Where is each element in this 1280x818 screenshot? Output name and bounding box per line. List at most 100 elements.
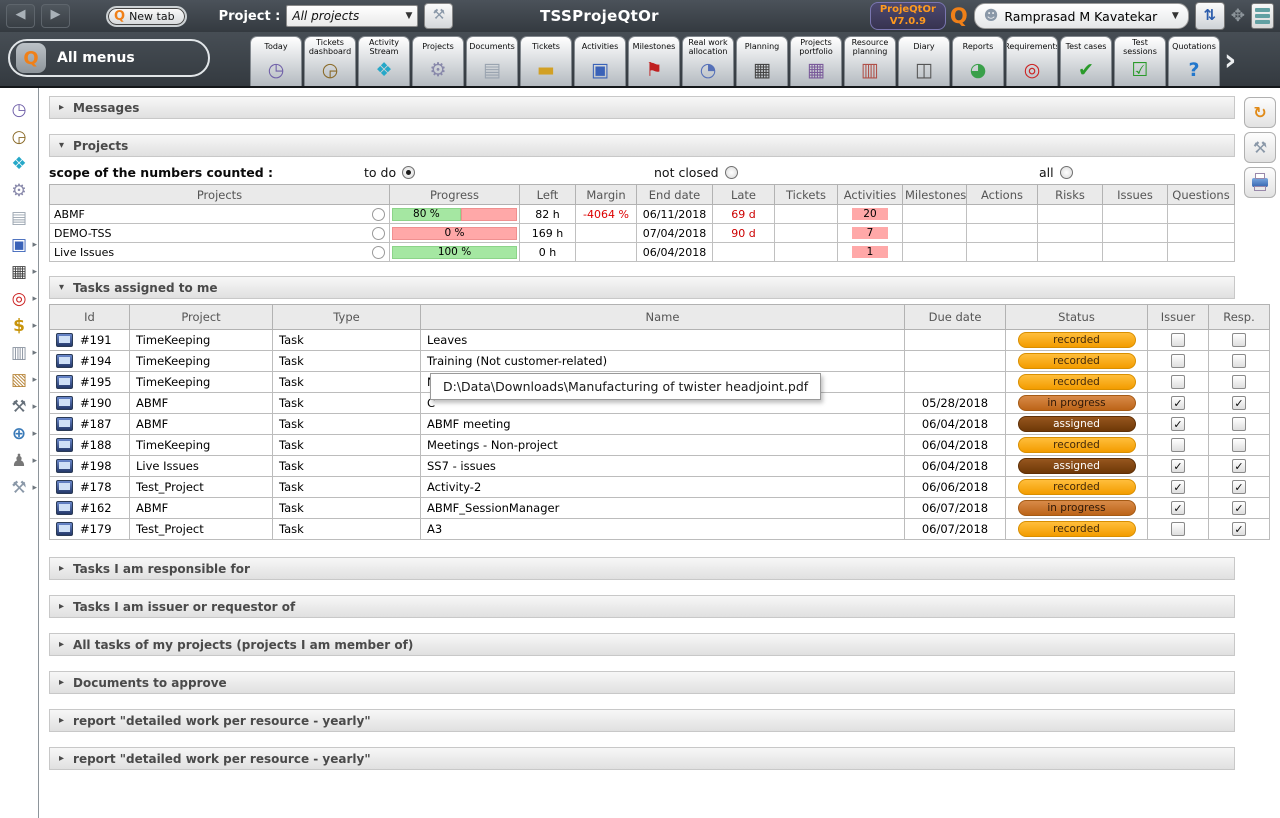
task-id[interactable]: #179 [80,522,112,536]
issuer-checkbox[interactable]: ✓ [1171,501,1185,515]
issuer-checkbox[interactable]: ✓ [1171,459,1185,473]
sidebar-item-financial[interactable]: $▸ [0,312,38,339]
wrench-button[interactable]: ⚒ [1244,132,1276,163]
section-tasks-i-am-issuer-or-requestor-of[interactable]: ▸Tasks I am issuer or requestor of [49,595,1235,618]
tab-planning[interactable]: Planning▦ [736,36,788,86]
sidebar-item-maintenance[interactable]: ⚒▸ [0,474,38,501]
computer-icon[interactable] [56,480,73,494]
section-tasks-assigned[interactable]: ▾ Tasks assigned to me [49,276,1235,299]
project-select[interactable]: All projects ▼ [286,5,418,27]
new-tab-button[interactable]: Q New tab [106,6,187,27]
column-header-progress[interactable]: Progress [390,185,520,205]
sidebar-item-tickets-dashboard[interactable]: ◶ [0,123,38,150]
issuer-checkbox[interactable] [1171,375,1185,389]
tab-real-work-allocation[interactable]: Real work allocation◔ [682,36,734,86]
task-id[interactable]: #178 [80,480,112,494]
issuer-checkbox[interactable]: ✓ [1171,396,1185,410]
column-header-status[interactable]: Status [1006,305,1148,330]
refresh-button[interactable]: ↻ [1244,97,1276,128]
tab-documents[interactable]: Documents▤ [466,36,518,86]
issuer-checkbox[interactable] [1171,522,1185,536]
section-all-tasks-of-my-projects-projects-i-am-member-of[interactable]: ▸All tasks of my projects (projects I am… [49,633,1235,656]
tab-activities[interactable]: Activities▣ [574,36,626,86]
issuer-checkbox[interactable] [1171,438,1185,452]
computer-icon[interactable] [56,501,73,515]
back-button[interactable]: ◀ [6,4,35,28]
resp-checkbox[interactable]: ✓ [1232,522,1246,536]
task-id[interactable]: #187 [80,417,112,431]
sidebar-item-requirements[interactable]: ◎▸ [0,285,38,312]
project-edit-button[interactable]: ⚒ [424,3,453,29]
sidebar-item-planning[interactable]: ▦▸ [0,258,38,285]
column-header-activities[interactable]: Activities [838,185,903,205]
tab-tickets-dashboard[interactable]: Tickets dashboard◶ [304,36,356,86]
task-id[interactable]: #198 [80,459,112,473]
task-id[interactable]: #191 [80,333,112,347]
scope-option-to-do[interactable]: to do [364,165,415,180]
sidebar-item-today[interactable]: ◷ [0,96,38,123]
task-id[interactable]: #188 [80,438,112,452]
column-header-issues[interactable]: Issues [1103,185,1168,205]
project-radio[interactable] [372,246,385,259]
tab-quotations[interactable]: Quotations? [1168,36,1220,86]
tab-today[interactable]: Today◷ [250,36,302,86]
resp-checkbox[interactable] [1232,375,1246,389]
tab-reports[interactable]: Reports◕ [952,36,1004,86]
issuer-checkbox[interactable]: ✓ [1171,480,1185,494]
sidebar-item-news[interactable]: ▥▸ [0,339,38,366]
section-projects[interactable]: ▾ Projects [49,134,1235,157]
computer-icon[interactable] [56,375,73,389]
column-header-milestones[interactable]: Milestones [903,185,967,205]
scope-option-not-closed[interactable]: not closed [654,165,738,180]
issuer-checkbox[interactable]: ✓ [1171,417,1185,431]
resp-checkbox[interactable]: ✓ [1232,501,1246,515]
column-header-projects[interactable]: Projects [50,185,390,205]
column-header-type[interactable]: Type [273,305,421,330]
column-header-late[interactable]: Late [713,185,775,205]
issuer-checkbox[interactable] [1171,333,1185,347]
sidebar-item-automation[interactable]: ♟▸ [0,447,38,474]
tab-requirements[interactable]: Requirements◎ [1006,36,1058,86]
column-header-id[interactable]: Id [50,305,130,330]
computer-icon[interactable] [56,459,73,473]
radio-all[interactable] [1060,166,1073,179]
scope-option-all[interactable]: all [1039,165,1073,180]
sidebar-item-product[interactable]: ▧▸ [0,366,38,393]
resp-checkbox[interactable]: ✓ [1232,396,1246,410]
computer-icon[interactable] [56,333,73,347]
column-header-risks[interactable]: Risks [1038,185,1103,205]
more-tabs-chevron-icon[interactable]: › [1224,43,1236,78]
column-header-issuer[interactable]: Issuer [1148,305,1209,330]
sidebar-item-projects[interactable]: ⚙ [0,177,38,204]
column-header-name[interactable]: Name [421,305,905,330]
user-menu[interactable]: ☻ Ramprasad M Kavatekar ▼ [974,3,1189,29]
column-header-tickets[interactable]: Tickets [775,185,838,205]
column-header-project[interactable]: Project [130,305,273,330]
section-report-detailed-work-per-resource-yearly[interactable]: ▸report "detailed work per resource - ye… [49,747,1235,770]
issuer-checkbox[interactable] [1171,354,1185,368]
task-id[interactable]: #195 [80,375,112,389]
fullscreen-expand-icon[interactable]: ✥ [1231,6,1245,26]
tab-test-sessions[interactable]: Test sessions☑ [1114,36,1166,86]
column-header-left[interactable]: Left [520,185,576,205]
forward-button[interactable]: ▶ [41,4,70,28]
resp-checkbox[interactable]: ✓ [1232,459,1246,473]
tab-projects[interactable]: Projects⚙ [412,36,464,86]
task-id[interactable]: #190 [80,396,112,410]
resp-checkbox[interactable] [1232,438,1246,452]
row-height-button[interactable]: ⇅ [1195,2,1225,30]
project-radio[interactable] [372,227,385,240]
resp-checkbox[interactable] [1232,354,1246,368]
section-messages[interactable]: ▸ Messages [49,96,1235,119]
tab-test-cases[interactable]: Test cases✔ [1060,36,1112,86]
radio-not-closed[interactable] [725,166,738,179]
tab-activity-stream[interactable]: Activity Stream❖ [358,36,410,86]
resp-checkbox[interactable] [1232,333,1246,347]
computer-icon[interactable] [56,417,73,431]
tab-projects-portfolio[interactable]: Projects portfolio▦ [790,36,842,86]
project-radio[interactable] [372,208,385,221]
radio-to-do[interactable] [402,166,415,179]
section-tasks-i-am-responsible-for[interactable]: ▸Tasks I am responsible for [49,557,1235,580]
tab-milestones[interactable]: Milestones⚑ [628,36,680,86]
print-button[interactable] [1244,167,1276,198]
